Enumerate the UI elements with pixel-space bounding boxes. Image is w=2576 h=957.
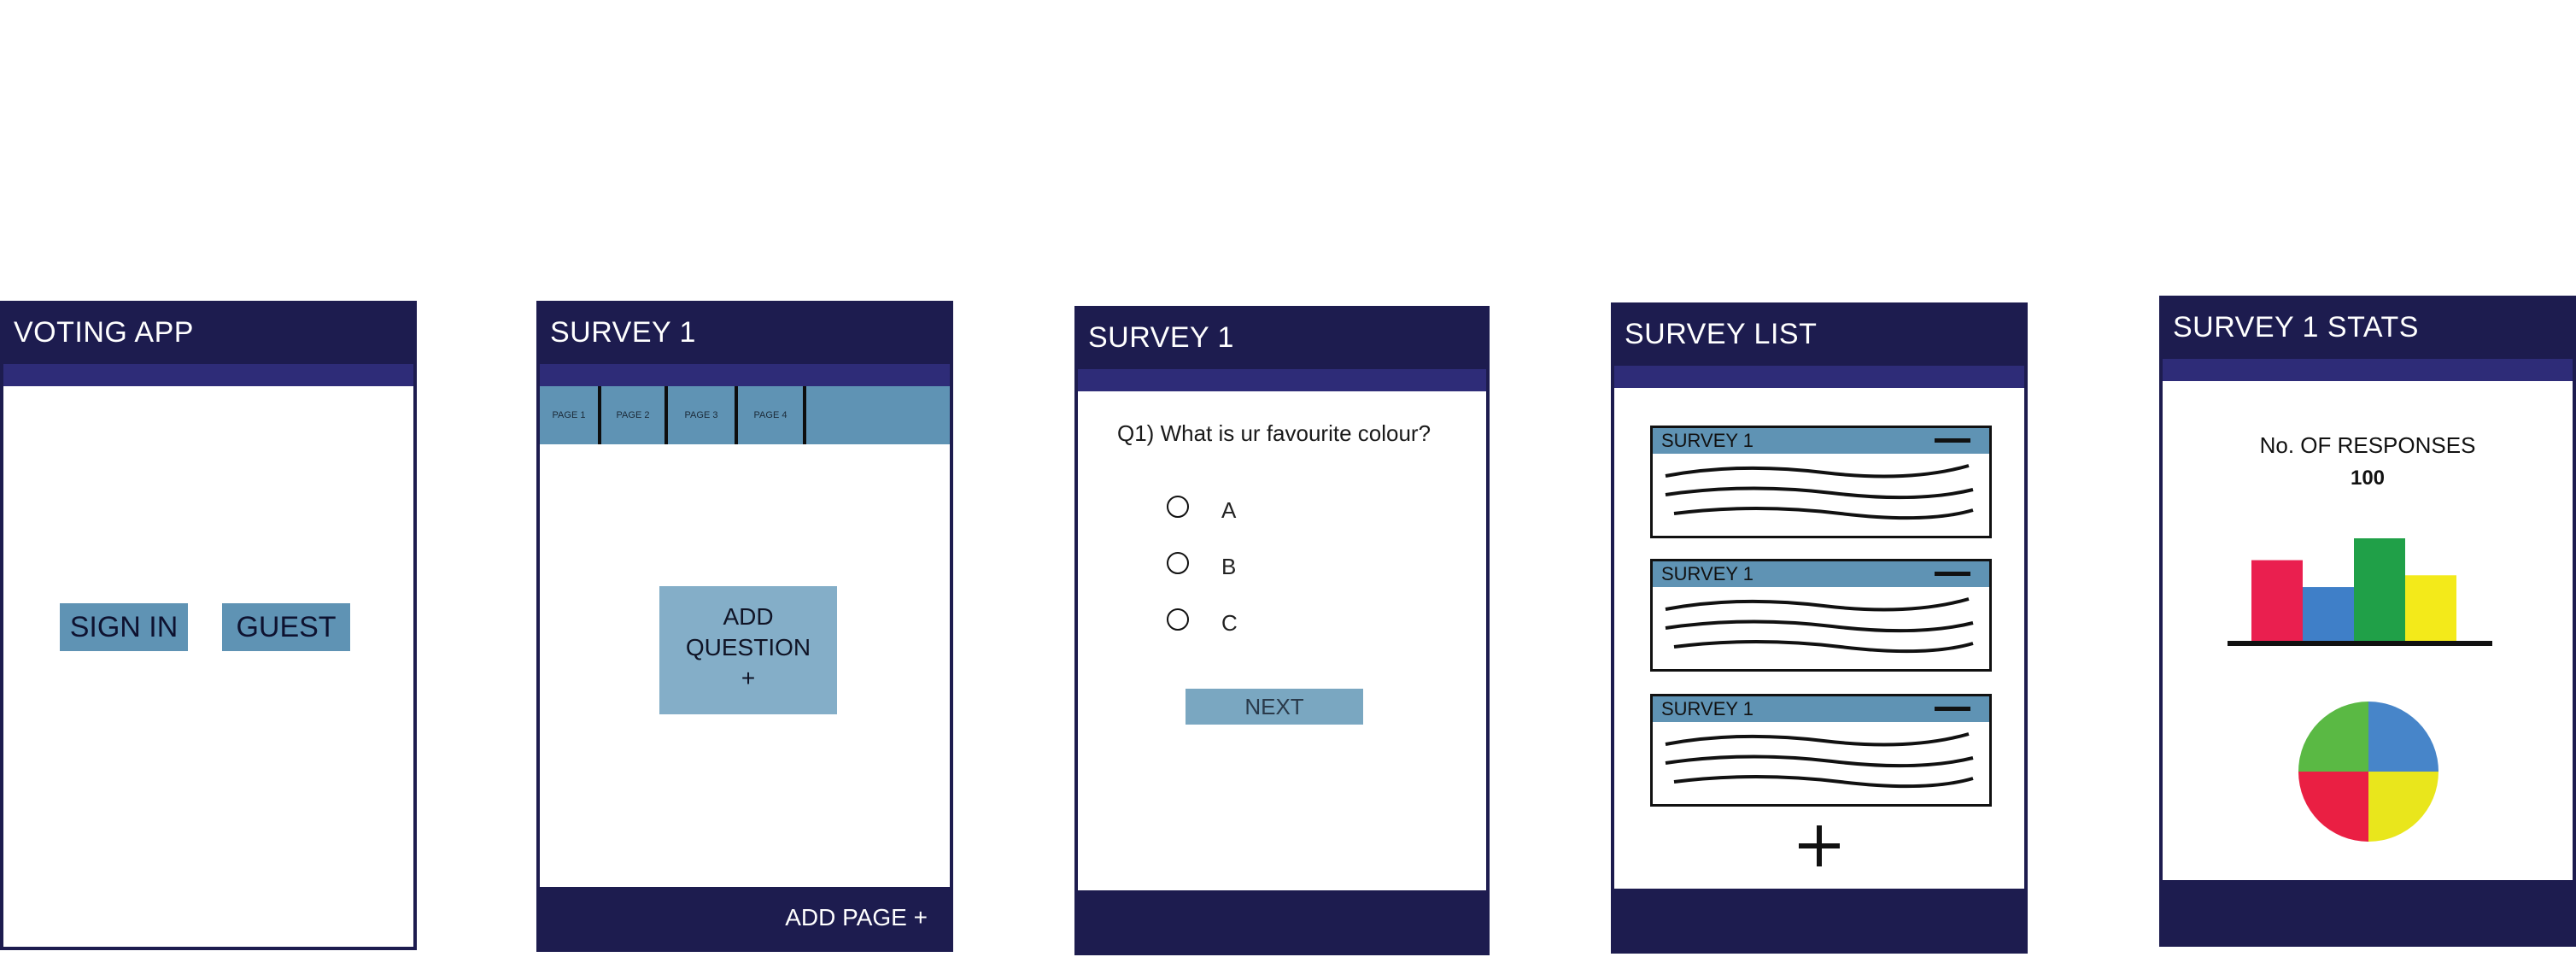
- responses-value: 100: [2350, 467, 2386, 490]
- option-a-radio[interactable]: [1167, 496, 1189, 518]
- remove-icon[interactable]: [1935, 707, 1970, 711]
- stats-header: SURVEY 1 STATS: [2163, 299, 2573, 359]
- question-screen: SURVEY 1 Q1) What is ur favourite colour…: [1074, 306, 1490, 955]
- login-subbar: [3, 364, 413, 386]
- remove-icon[interactable]: [1935, 572, 1970, 576]
- text-placeholder-lines: [1665, 732, 1974, 789]
- survey-card-header: SURVEY 1: [1653, 696, 1989, 722]
- bar: [2303, 587, 2354, 641]
- pie-slice: [2368, 702, 2438, 772]
- tab-page-3[interactable]: PAGE 3: [668, 386, 738, 444]
- survey-card-title: SURVEY 1: [1661, 563, 1754, 584]
- list-header: SURVEY LIST: [1614, 306, 2024, 366]
- survey-card-header: SURVEY 1: [1653, 561, 1989, 587]
- option-a-label: A: [1221, 497, 1237, 523]
- page-tabs: PAGE 1 PAGE 2 PAGE 3 PAGE 4: [540, 386, 950, 444]
- list-footer: [1614, 889, 2024, 950]
- pie-slice: [2368, 772, 2438, 842]
- survey-editor-screen: SURVEY 1 PAGE 1 PAGE 2 PAGE 3 PAGE 4 ADD…: [536, 301, 953, 952]
- survey-card-title: SURVEY 1: [1661, 430, 1754, 451]
- question-header: SURVEY 1: [1078, 309, 1486, 369]
- add-question-line-1: ADD: [723, 603, 774, 630]
- text-placeholder-lines: [1665, 464, 1974, 520]
- bar-chart-axis: [2228, 641, 2492, 646]
- login-header: VOTING APP: [3, 304, 413, 364]
- list-title: SURVEY LIST: [1625, 318, 1818, 350]
- add-page-button[interactable]: ADD PAGE +: [785, 904, 928, 931]
- editor-title: SURVEY 1: [550, 316, 696, 349]
- editor-footer: ADD PAGE +: [540, 887, 950, 948]
- pie-slice: [2298, 702, 2368, 772]
- stats-subbar: [2163, 359, 2573, 381]
- question-screen-title: SURVEY 1: [1088, 321, 1234, 354]
- option-c-radio[interactable]: [1167, 608, 1189, 631]
- add-question-plus: +: [741, 665, 756, 691]
- question-subbar: [1078, 369, 1486, 391]
- editor-subbar: [540, 364, 950, 386]
- text-placeholder-lines: [1665, 597, 1974, 654]
- responses-pie-chart: [2298, 702, 2438, 842]
- stats-footer: [2163, 880, 2573, 943]
- pie-slice: [2298, 772, 2368, 842]
- add-question-line-2: QUESTION: [685, 634, 811, 661]
- tab-page-1[interactable]: PAGE 1: [540, 386, 601, 444]
- login-screen: VOTING APP SIGN IN GUEST: [0, 301, 417, 950]
- survey-list-screen: SURVEY LIST SURVEY 1 SURVEY 1 SURVEY 1: [1611, 302, 2028, 954]
- responses-label: No. OF RESPONSES: [2259, 432, 2476, 458]
- plus-icon[interactable]: [1795, 822, 1843, 870]
- add-question-button[interactable]: ADD QUESTION +: [659, 586, 837, 714]
- stats-title: SURVEY 1 STATS: [2173, 311, 2419, 343]
- tab-page-4[interactable]: PAGE 4: [738, 386, 806, 444]
- survey-card-title: SURVEY 1: [1661, 698, 1754, 719]
- survey-card[interactable]: SURVEY 1: [1650, 559, 1992, 672]
- question-footer: [1078, 890, 1486, 952]
- next-button[interactable]: NEXT: [1186, 689, 1363, 725]
- login-title: VOTING APP: [14, 316, 194, 349]
- bar: [2405, 575, 2456, 641]
- list-subbar: [1614, 366, 2024, 388]
- bar: [2354, 538, 2405, 641]
- guest-button[interactable]: GUEST: [222, 603, 350, 651]
- editor-header: SURVEY 1: [540, 304, 950, 364]
- option-b-label: B: [1221, 554, 1237, 579]
- option-c-label: C: [1221, 610, 1238, 636]
- remove-icon[interactable]: [1935, 438, 1970, 443]
- responses-bar-chart: [2228, 538, 2492, 646]
- stats-screen: SURVEY 1 STATS No. OF RESPONSES 100: [2159, 296, 2576, 947]
- sign-in-button[interactable]: SIGN IN: [60, 603, 188, 651]
- survey-card-header: SURVEY 1: [1653, 428, 1989, 454]
- survey-card[interactable]: SURVEY 1: [1650, 694, 1992, 807]
- question-text: Q1) What is ur favourite colour?: [1117, 420, 1431, 446]
- option-b-radio[interactable]: [1167, 552, 1189, 574]
- survey-card[interactable]: SURVEY 1: [1650, 426, 1992, 538]
- tab-page-2[interactable]: PAGE 2: [601, 386, 668, 444]
- bar: [2251, 560, 2303, 641]
